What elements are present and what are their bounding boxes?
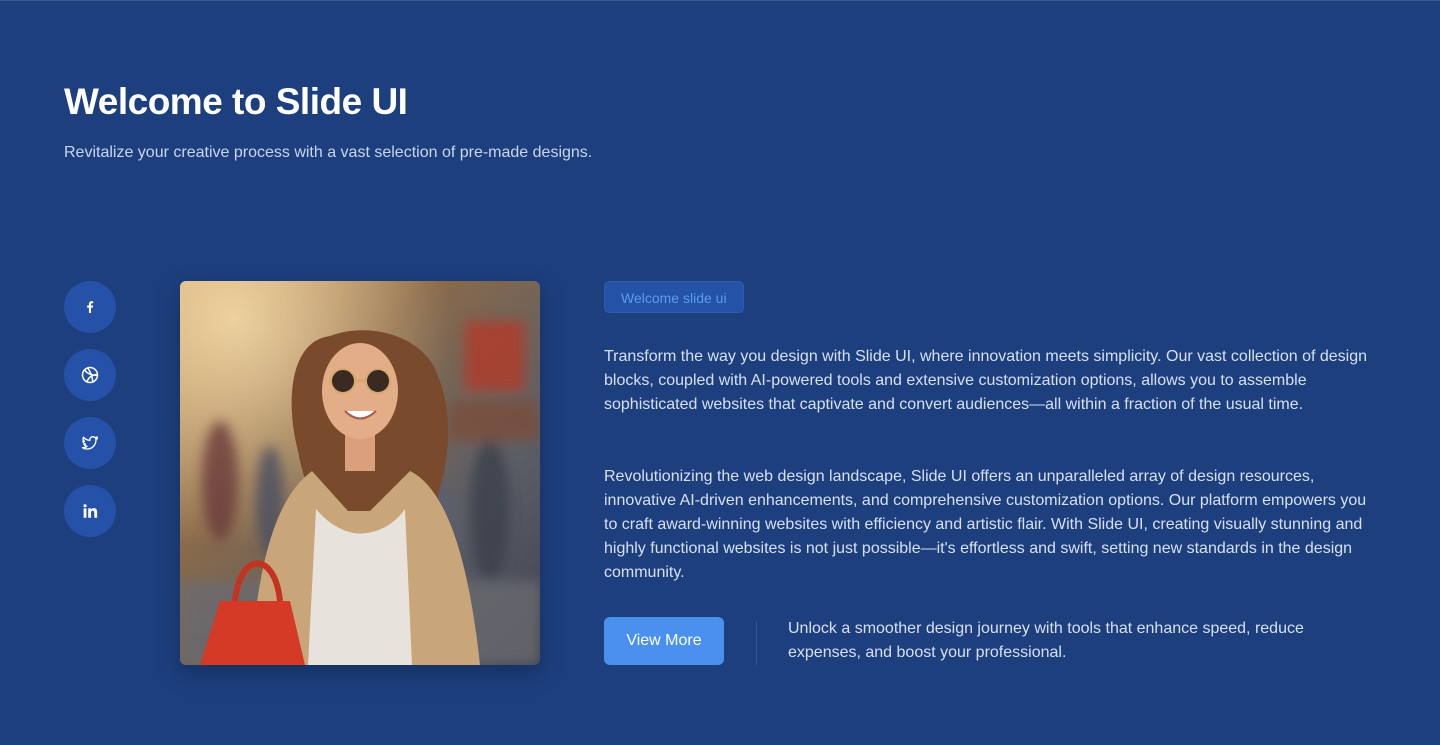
content-panel: Welcome slide ui Transform the way you d… <box>604 281 1384 665</box>
twitter-button[interactable] <box>64 417 116 469</box>
linkedin-icon <box>81 502 99 520</box>
dribbble-button[interactable] <box>64 349 116 401</box>
detail-paragraph: Revolutionizing the web design landscape… <box>604 468 1367 581</box>
view-more-button[interactable]: View More <box>604 617 724 665</box>
facebook-icon <box>82 299 98 315</box>
page-title: Welcome to Slide UI <box>64 81 408 122</box>
linkedin-button[interactable] <box>64 485 116 537</box>
intro-badge: Welcome slide ui <box>604 281 744 313</box>
divider <box>756 621 757 665</box>
cta-note: Unlock a smoother design journey with to… <box>788 620 1304 661</box>
page-subtitle: Revitalize your creative process with a … <box>64 144 593 161</box>
dribbble-icon <box>80 365 100 385</box>
hero-photo <box>180 281 540 665</box>
facebook-button[interactable] <box>64 281 116 333</box>
intro-paragraph: Transform the way you design with Slide … <box>604 348 1367 413</box>
hero-section: Welcome to Slide UI Revitalize your crea… <box>0 0 1440 745</box>
social-links <box>64 281 116 537</box>
twitter-icon <box>81 434 99 452</box>
